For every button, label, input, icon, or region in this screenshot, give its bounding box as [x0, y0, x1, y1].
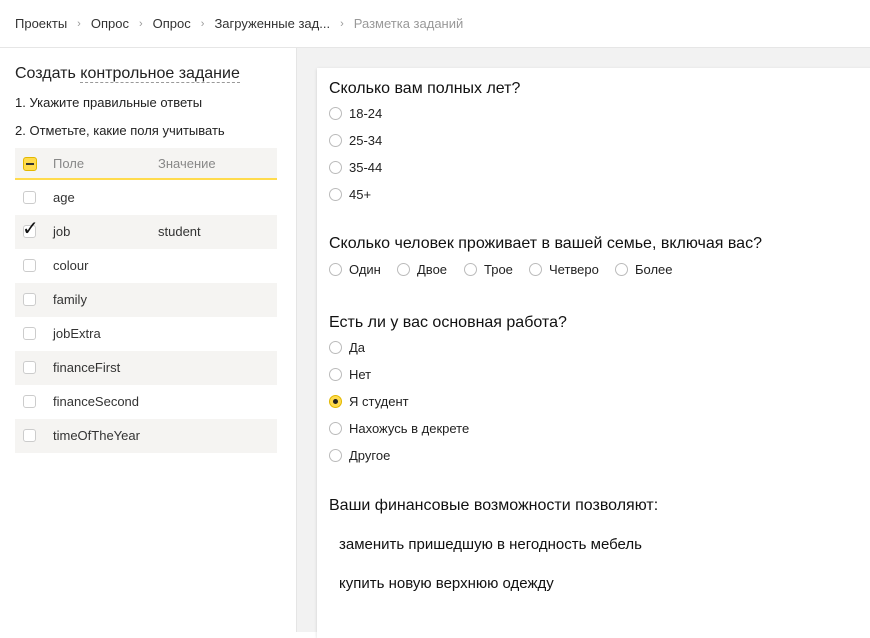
breadcrumb: Проекты › Опрос › Опрос › Загруженные за…: [15, 16, 463, 31]
radio-button[interactable]: [329, 107, 342, 120]
finance-item: купить новую верхнюю одежду: [339, 575, 554, 592]
table-row-jobextra[interactable]: jobExtra: [15, 317, 277, 351]
row-checkbox[interactable]: [23, 429, 36, 442]
field-name: family: [53, 292, 87, 307]
option-label: Другое: [349, 448, 391, 463]
radio-button[interactable]: [329, 422, 342, 435]
breadcrumb-survey-pool[interactable]: Опрос: [153, 16, 191, 31]
fields-table-header: Поле Значение: [15, 148, 277, 180]
column-value: Значение: [158, 156, 216, 171]
table-row-family[interactable]: family: [15, 283, 277, 317]
radio-option-selected[interactable]: Я студент: [329, 394, 409, 409]
option-label: 18-24: [349, 106, 383, 121]
field-name: financeFirst: [53, 360, 121, 375]
option-label: Более: [635, 262, 673, 277]
option-label: Нет: [349, 367, 372, 382]
title-prefix: Создать: [15, 65, 76, 82]
field-name: financeSecond: [53, 394, 140, 409]
checkmark-icon: ✓: [22, 218, 39, 240]
radio-button[interactable]: [329, 341, 342, 354]
breadcrumb-projects[interactable]: Проекты: [15, 16, 67, 31]
question-family-size: Сколько человек проживает в вашей семье,…: [329, 235, 762, 252]
chevron-right-icon: ›: [340, 17, 344, 30]
table-row-job[interactable]: ✓ job student: [15, 215, 277, 249]
radio-button[interactable]: [329, 263, 342, 276]
option-label: Да: [349, 340, 366, 355]
option-label: Один: [349, 262, 381, 277]
option-label: Трое: [484, 262, 513, 277]
field-name: timeOfTheYear: [53, 428, 140, 443]
table-row-age[interactable]: age: [15, 181, 277, 215]
option-label: 35-44: [349, 160, 383, 175]
radio-option[interactable]: 45+: [329, 187, 371, 202]
select-all-checkbox[interactable]: [23, 157, 37, 171]
chevron-right-icon: ›: [200, 17, 205, 30]
option-label: Четверо: [549, 262, 599, 277]
field-name: colour: [53, 258, 89, 273]
step-one-text: 1. Укажите правильные ответы: [15, 95, 203, 110]
field-name: age: [53, 190, 75, 205]
radio-button[interactable]: [329, 188, 342, 201]
radio-button[interactable]: [529, 263, 542, 276]
breadcrumb-task-markup: Разметка заданий: [353, 16, 464, 31]
radio-option[interactable]: Двое: [397, 262, 447, 277]
radio-option[interactable]: Трое: [464, 262, 513, 277]
radio-option[interactable]: Да: [329, 340, 365, 355]
radio-option[interactable]: Другое: [329, 448, 390, 463]
radio-button[interactable]: [615, 263, 628, 276]
table-row-timeoftheyear[interactable]: timeOfTheYear: [15, 419, 277, 453]
radio-button[interactable]: [329, 134, 342, 147]
field-name: job: [53, 224, 71, 239]
option-label: 25-34: [349, 133, 383, 148]
row-checkbox[interactable]: [23, 293, 36, 306]
table-row-financesecond[interactable]: financeSecond: [15, 385, 277, 419]
radio-button[interactable]: [397, 263, 410, 276]
radio-option[interactable]: Более: [615, 262, 673, 277]
question-finance: Ваши финансовые возможности позволяют:: [329, 497, 659, 514]
radio-button-selected[interactable]: [329, 395, 342, 408]
row-checkbox[interactable]: [23, 395, 36, 408]
option-label: Я студент: [349, 394, 409, 409]
row-checkbox[interactable]: [23, 191, 36, 204]
chevron-right-icon: ›: [77, 17, 81, 30]
radio-option[interactable]: Один: [329, 262, 381, 277]
radio-option[interactable]: Нахожусь в декрете: [329, 421, 469, 436]
radio-option[interactable]: Нет: [329, 367, 371, 382]
radio-option[interactable]: 18-24: [329, 106, 382, 121]
radio-option[interactable]: Четверо: [529, 262, 599, 277]
option-label: Двое: [417, 262, 448, 277]
option-label: Нахожусь в декрете: [349, 421, 470, 436]
breadcrumb-survey-project[interactable]: Опрос: [91, 16, 129, 31]
radio-button[interactable]: [464, 263, 477, 276]
table-row-colour[interactable]: colour: [15, 249, 277, 283]
chevron-right-icon: ›: [138, 17, 143, 30]
step-two-text: 2. Отметьте, какие поля учитывать: [15, 123, 225, 138]
radio-button[interactable]: [329, 449, 342, 462]
field-name: jobExtra: [53, 326, 101, 341]
top-bar: Проекты › Опрос › Опрос › Загруженные за…: [0, 0, 870, 48]
row-checkbox[interactable]: [23, 259, 36, 272]
question-job: Есть ли у вас основная работа?: [329, 314, 567, 331]
question-age: Сколько вам полных лет?: [329, 80, 521, 97]
radio-button[interactable]: [329, 368, 342, 381]
option-label: 45+: [349, 187, 372, 202]
radio-option[interactable]: 35-44: [329, 160, 382, 175]
table-row-financefirst[interactable]: financeFirst: [15, 351, 277, 385]
control-task-link[interactable]: контрольное задание: [80, 65, 240, 83]
radio-option[interactable]: 25-34: [329, 133, 382, 148]
column-field: Поле: [53, 156, 85, 171]
radio-button[interactable]: [329, 161, 342, 174]
row-checkbox[interactable]: [23, 327, 36, 340]
finance-item: заменить пришедшую в негодность мебель: [339, 536, 642, 553]
panel-title: Создать контрольное задание: [15, 65, 240, 83]
field-value: student: [158, 224, 201, 239]
breadcrumb-uploaded-tasks[interactable]: Загруженные зад...: [214, 16, 330, 31]
row-checkbox[interactable]: [23, 361, 36, 374]
